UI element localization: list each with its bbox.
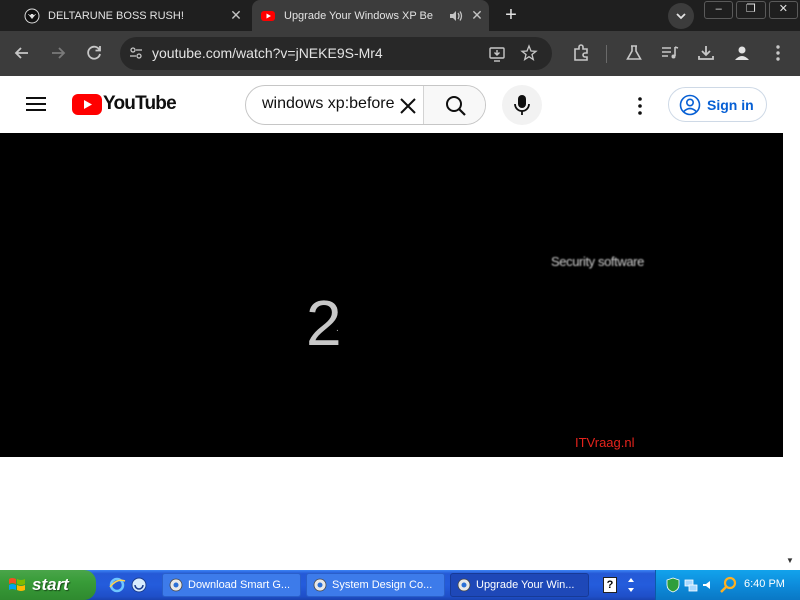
tab-upgrade-windows-xp[interactable]: Upgrade Your Windows XP Be ✕ [252,0,489,31]
tab-search-button[interactable] [668,3,694,29]
tab-close-icon[interactable]: ✕ [224,7,248,24]
browser-toolbar: youtube.com/watch?v=jNEKE9S-Mr4 [0,31,800,76]
reload-icon[interactable] [82,41,106,65]
network-tray-icon[interactable] [684,577,698,593]
account-circle-icon [679,94,701,115]
clear-search-icon[interactable] [397,95,419,117]
tab-deltarune[interactable]: DELTARUNE BOSS RUSH! ✕ [16,0,248,31]
sign-in-label: Sign in [707,96,754,113]
start-label: start [32,575,69,594]
video-player[interactable]: 2 . Security software ITVraag.nl [0,133,783,457]
browser-tab-strip: DELTARUNE BOSS RUSH! ✕ Upgrade Your Wind… [0,0,800,31]
security-shield-tray-icon[interactable] [666,577,680,593]
search-button[interactable] [423,86,485,124]
search-input[interactable] [262,95,396,113]
video-dot: . [336,323,339,334]
minimize-button[interactable]: – [704,1,734,19]
restore-button[interactable]: ❐ [736,1,766,19]
url-text[interactable]: youtube.com/watch?v=jNEKE9S-Mr4 [152,45,383,61]
scroll-down-arrow-icon[interactable]: ▼ [786,556,794,565]
windows-taskbar: start Download Smart G... System Design … [0,570,800,600]
outlook-quicklaunch-icon[interactable] [130,576,148,594]
back-arrow-icon[interactable] [10,41,34,65]
system-tray: 6:40 PM [655,570,800,600]
chevron-down-icon [676,13,686,20]
bookmark-star-icon[interactable] [520,44,538,62]
microphone-icon [514,95,530,115]
taskbar-button-upgrade-windows[interactable]: Upgrade Your Win... [450,573,589,597]
taskbar-button-download-smart[interactable]: Download Smart G... [162,573,301,597]
video-watermark: ITVraag.nl [575,435,635,450]
search-tray-icon[interactable] [720,576,738,594]
youtube-logo-text: YouTube [103,93,177,114]
sign-in-button[interactable]: Sign in [668,87,767,122]
forward-arrow-icon[interactable] [46,41,70,65]
browser-task-icon [169,578,183,592]
site-info-icon[interactable] [128,45,144,61]
search-box [245,85,486,125]
browser-task-icon [457,578,471,592]
voice-search-button[interactable] [502,85,542,125]
taskbar-button-system-design[interactable]: System Design Co... [306,573,445,597]
browser-menu-icon[interactable] [766,41,790,65]
taskbar-button-label: Upgrade Your Win... [476,579,575,591]
media-controls-icon[interactable] [658,41,682,65]
settings-more-icon[interactable] [630,96,650,116]
taskbar-button-label: System Design Co... [332,579,433,591]
labs-flask-icon[interactable] [622,41,646,65]
start-button[interactable]: start [0,570,96,600]
taskbar-scroll-arrows-icon[interactable] [625,574,637,596]
clock-text[interactable]: 6:40 PM [744,578,785,590]
download-icon[interactable] [694,41,718,65]
help-icon[interactable]: ? [603,577,617,593]
tab-title: Upgrade Your Windows XP Be [284,9,433,22]
new-tab-button[interactable]: + [498,4,524,28]
tab-title: DELTARUNE BOSS RUSH! [48,9,184,22]
taskbar-button-label: Download Smart G... [188,579,291,591]
hamburger-menu-icon[interactable] [26,96,46,112]
close-window-button[interactable]: ✕ [768,1,798,19]
extensions-icon[interactable] [569,41,593,65]
search-icon [446,96,466,116]
volume-tray-icon[interactable] [702,580,716,590]
ie-quicklaunch-icon[interactable] [108,576,126,594]
deltarune-favicon-icon [24,8,40,23]
address-bar[interactable]: youtube.com/watch?v=jNEKE9S-Mr4 [120,37,552,70]
speaker-icon[interactable] [447,8,465,24]
toolbar-separator [606,45,607,63]
youtube-favicon-icon [261,10,275,21]
profile-icon[interactable] [730,41,754,65]
video-caption-text: Security software [551,254,644,269]
install-app-icon[interactable] [488,45,506,63]
browser-task-icon [313,578,327,592]
window-controls: – ❐ ✕ [704,1,798,19]
youtube-header: YouTube Sign in [0,76,800,133]
tab-close-icon[interactable]: ✕ [465,7,489,24]
windows-flag-icon [9,578,25,591]
